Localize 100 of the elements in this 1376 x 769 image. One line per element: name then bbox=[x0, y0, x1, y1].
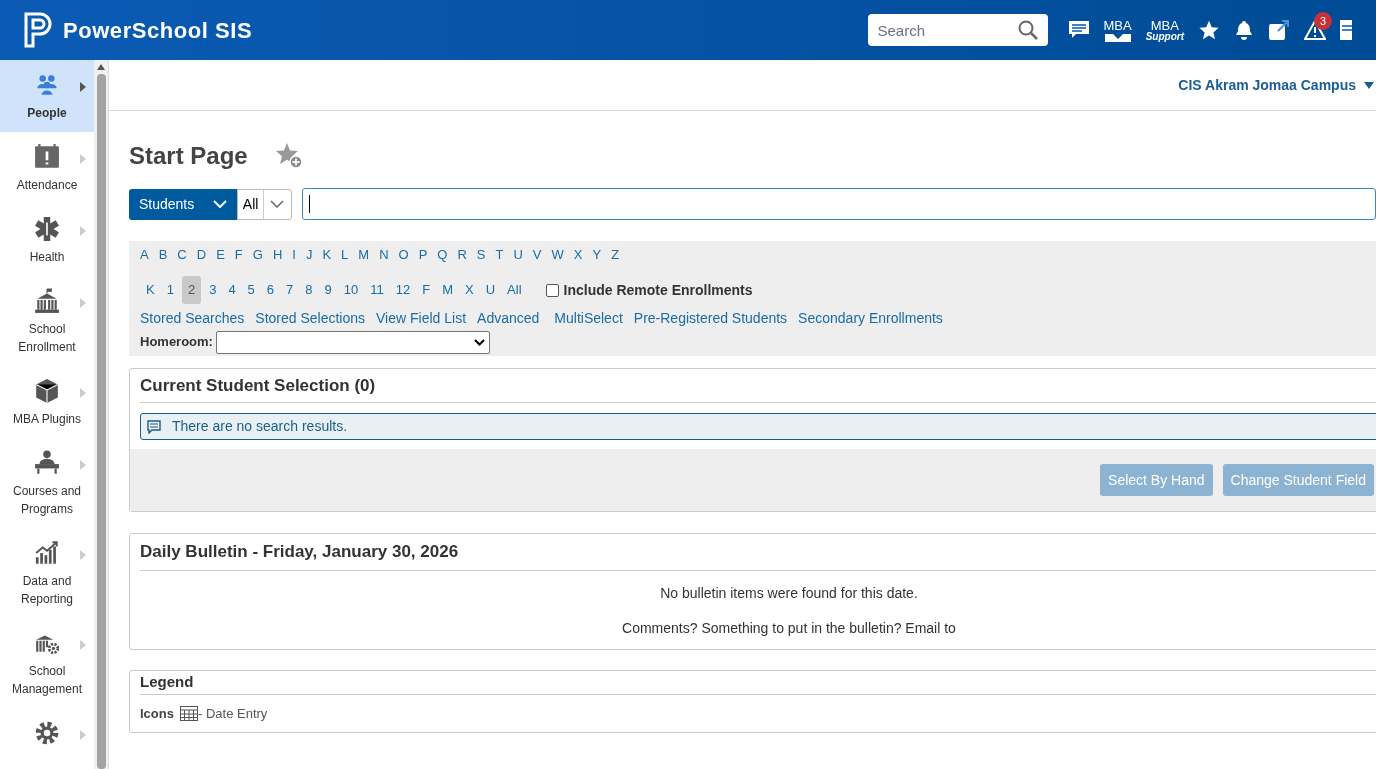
info-message: There are no search results. bbox=[172, 417, 348, 436]
sidebar-item[interactable]: People bbox=[0, 60, 94, 132]
include-remote-checkbox[interactable]: Include Remote Enrollments bbox=[545, 279, 753, 301]
expand-arrow-icon bbox=[80, 226, 86, 236]
letter-link[interactable]: A bbox=[140, 245, 149, 265]
letter-link[interactable]: V bbox=[532, 245, 542, 265]
letter-link[interactable]: H bbox=[272, 245, 283, 265]
search-field[interactable]: Search bbox=[867, 14, 1018, 46]
letter-link[interactable]: M bbox=[358, 245, 370, 265]
section-title: Current Student Selection (0) bbox=[140, 369, 1376, 403]
grade-link[interactable]: 9 bbox=[318, 276, 338, 304]
letter-link[interactable]: Y bbox=[592, 245, 602, 265]
letter-link[interactable]: X bbox=[573, 245, 583, 265]
chart-icon bbox=[34, 540, 60, 566]
grade-link[interactable]: 12 bbox=[389, 276, 417, 304]
search-option-link[interactable]: Stored Selections bbox=[255, 307, 366, 329]
building-icon bbox=[34, 288, 60, 314]
logo-icon bbox=[24, 12, 52, 48]
grade-link[interactable]: All bbox=[501, 276, 528, 304]
search-icon bbox=[1017, 20, 1038, 40]
letter-link[interactable]: C bbox=[177, 245, 187, 265]
grade-link[interactable]: F bbox=[416, 276, 437, 304]
chevron-icon bbox=[212, 200, 227, 208]
grade-link[interactable]: 8 bbox=[299, 276, 319, 304]
calendar-alert-icon bbox=[34, 144, 60, 170]
app-name: PowerSchool SIS bbox=[63, 16, 253, 45]
grade-link[interactable]: 1 bbox=[160, 276, 180, 304]
letter-link[interactable]: D bbox=[196, 245, 207, 265]
page-title: Start Page bbox=[129, 141, 248, 171]
external-link-icon[interactable] bbox=[1268, 19, 1290, 41]
grade-link[interactable]: 7 bbox=[280, 276, 300, 304]
grade-link[interactable]: 2 bbox=[181, 276, 202, 304]
expand-arrow-icon bbox=[80, 154, 86, 164]
expand-arrow-icon bbox=[80, 640, 86, 650]
search-option-link[interactable]: MultiSelect bbox=[554, 307, 623, 329]
grade-link[interactable]: 11 bbox=[364, 276, 390, 304]
mba-button[interactable]: MBA bbox=[1103, 18, 1132, 42]
bell-icon[interactable] bbox=[1234, 19, 1254, 41]
alert-count-badge: 3 bbox=[1314, 12, 1332, 30]
legend-label: Icons bbox=[140, 705, 174, 723]
search-option-link[interactable]: Pre-Registered Students bbox=[633, 307, 788, 329]
grade-link[interactable]: 3 bbox=[203, 276, 223, 304]
letter-link[interactable]: T bbox=[495, 245, 504, 265]
letter-link[interactable]: W bbox=[551, 245, 564, 265]
expand-arrow-icon bbox=[80, 550, 86, 560]
letter-link[interactable]: I bbox=[292, 245, 296, 265]
star-icon[interactable] bbox=[1198, 19, 1220, 41]
people-icon bbox=[34, 72, 60, 98]
letter-link[interactable]: J bbox=[305, 245, 313, 265]
search-option-link[interactable]: View Field List bbox=[376, 307, 467, 329]
search-box[interactable]: Search bbox=[867, 14, 1048, 46]
homeroom-dropdown[interactable] bbox=[215, 330, 490, 354]
grade-link[interactable]: 5 bbox=[241, 276, 261, 304]
chevron-icon bbox=[270, 200, 285, 208]
letter-link[interactable]: K bbox=[322, 245, 332, 265]
grade-link[interactable]: 4 bbox=[222, 276, 242, 304]
section-title: Daily Bulletin - Friday, January 30, 2026 bbox=[140, 534, 1376, 571]
expand-arrow-icon bbox=[80, 460, 86, 470]
grade-link[interactable]: 6 bbox=[260, 276, 281, 304]
campus-selector[interactable]: CIS Akram Jomaa Campus bbox=[1178, 74, 1356, 96]
expand-arrow-icon bbox=[80, 388, 86, 398]
document-icon[interactable] bbox=[1340, 20, 1352, 40]
letter-link[interactable]: N bbox=[379, 245, 389, 265]
chevron-icon bbox=[473, 338, 485, 346]
letter-link[interactable]: U bbox=[513, 245, 523, 265]
letter-link[interactable]: G bbox=[252, 245, 263, 265]
grade-link[interactable]: X bbox=[459, 276, 480, 304]
scroll-up-icon[interactable] bbox=[97, 64, 105, 70]
letter-link[interactable]: F bbox=[234, 245, 243, 265]
grade-link[interactable]: M bbox=[436, 276, 459, 304]
cube-icon bbox=[34, 378, 60, 404]
letter-link[interactable]: Z bbox=[611, 245, 620, 265]
letter-link[interactable]: Q bbox=[437, 245, 448, 265]
search-option-link[interactable]: Secondary Enrollments bbox=[798, 307, 943, 329]
search-field[interactable] bbox=[302, 188, 1376, 220]
expand-arrow-icon bbox=[80, 82, 86, 92]
medical-cross-icon bbox=[34, 216, 60, 242]
search-option-link[interactable]: Stored Searches bbox=[140, 307, 245, 329]
scope-dropdown[interactable]: Students bbox=[129, 188, 237, 220]
filter-dropdown[interactable]: All bbox=[236, 188, 293, 220]
scrollbar-thumb[interactable] bbox=[96, 74, 106, 769]
comment-icon bbox=[147, 419, 161, 434]
letter-link[interactable]: O bbox=[398, 245, 409, 265]
letter-link[interactable]: E bbox=[216, 245, 225, 265]
grade-link[interactable]: K bbox=[140, 276, 161, 304]
message-icon[interactable] bbox=[1067, 20, 1090, 40]
letter-link[interactable]: R bbox=[457, 245, 467, 265]
letter-link[interactable]: B bbox=[158, 245, 168, 265]
grade-link[interactable]: U bbox=[479, 276, 502, 304]
bulletin-text: No bulletin items were found for this date. bbox=[660, 584, 918, 603]
mba-support-button[interactable]: MBA Support bbox=[1145, 18, 1184, 42]
grade-link[interactable]: 10 bbox=[337, 276, 365, 304]
letter-link[interactable]: L bbox=[341, 245, 349, 265]
letter-link[interactable]: P bbox=[418, 245, 428, 265]
homeroom-label: Homeroom: bbox=[140, 333, 213, 352]
favorite-add-icon[interactable] bbox=[273, 141, 304, 171]
letter-link[interactable]: S bbox=[476, 245, 486, 265]
caret-icon[interactable] bbox=[1364, 81, 1374, 89]
search-option-link[interactable]: Advanced bbox=[477, 307, 540, 329]
expand-arrow-icon bbox=[80, 298, 86, 308]
